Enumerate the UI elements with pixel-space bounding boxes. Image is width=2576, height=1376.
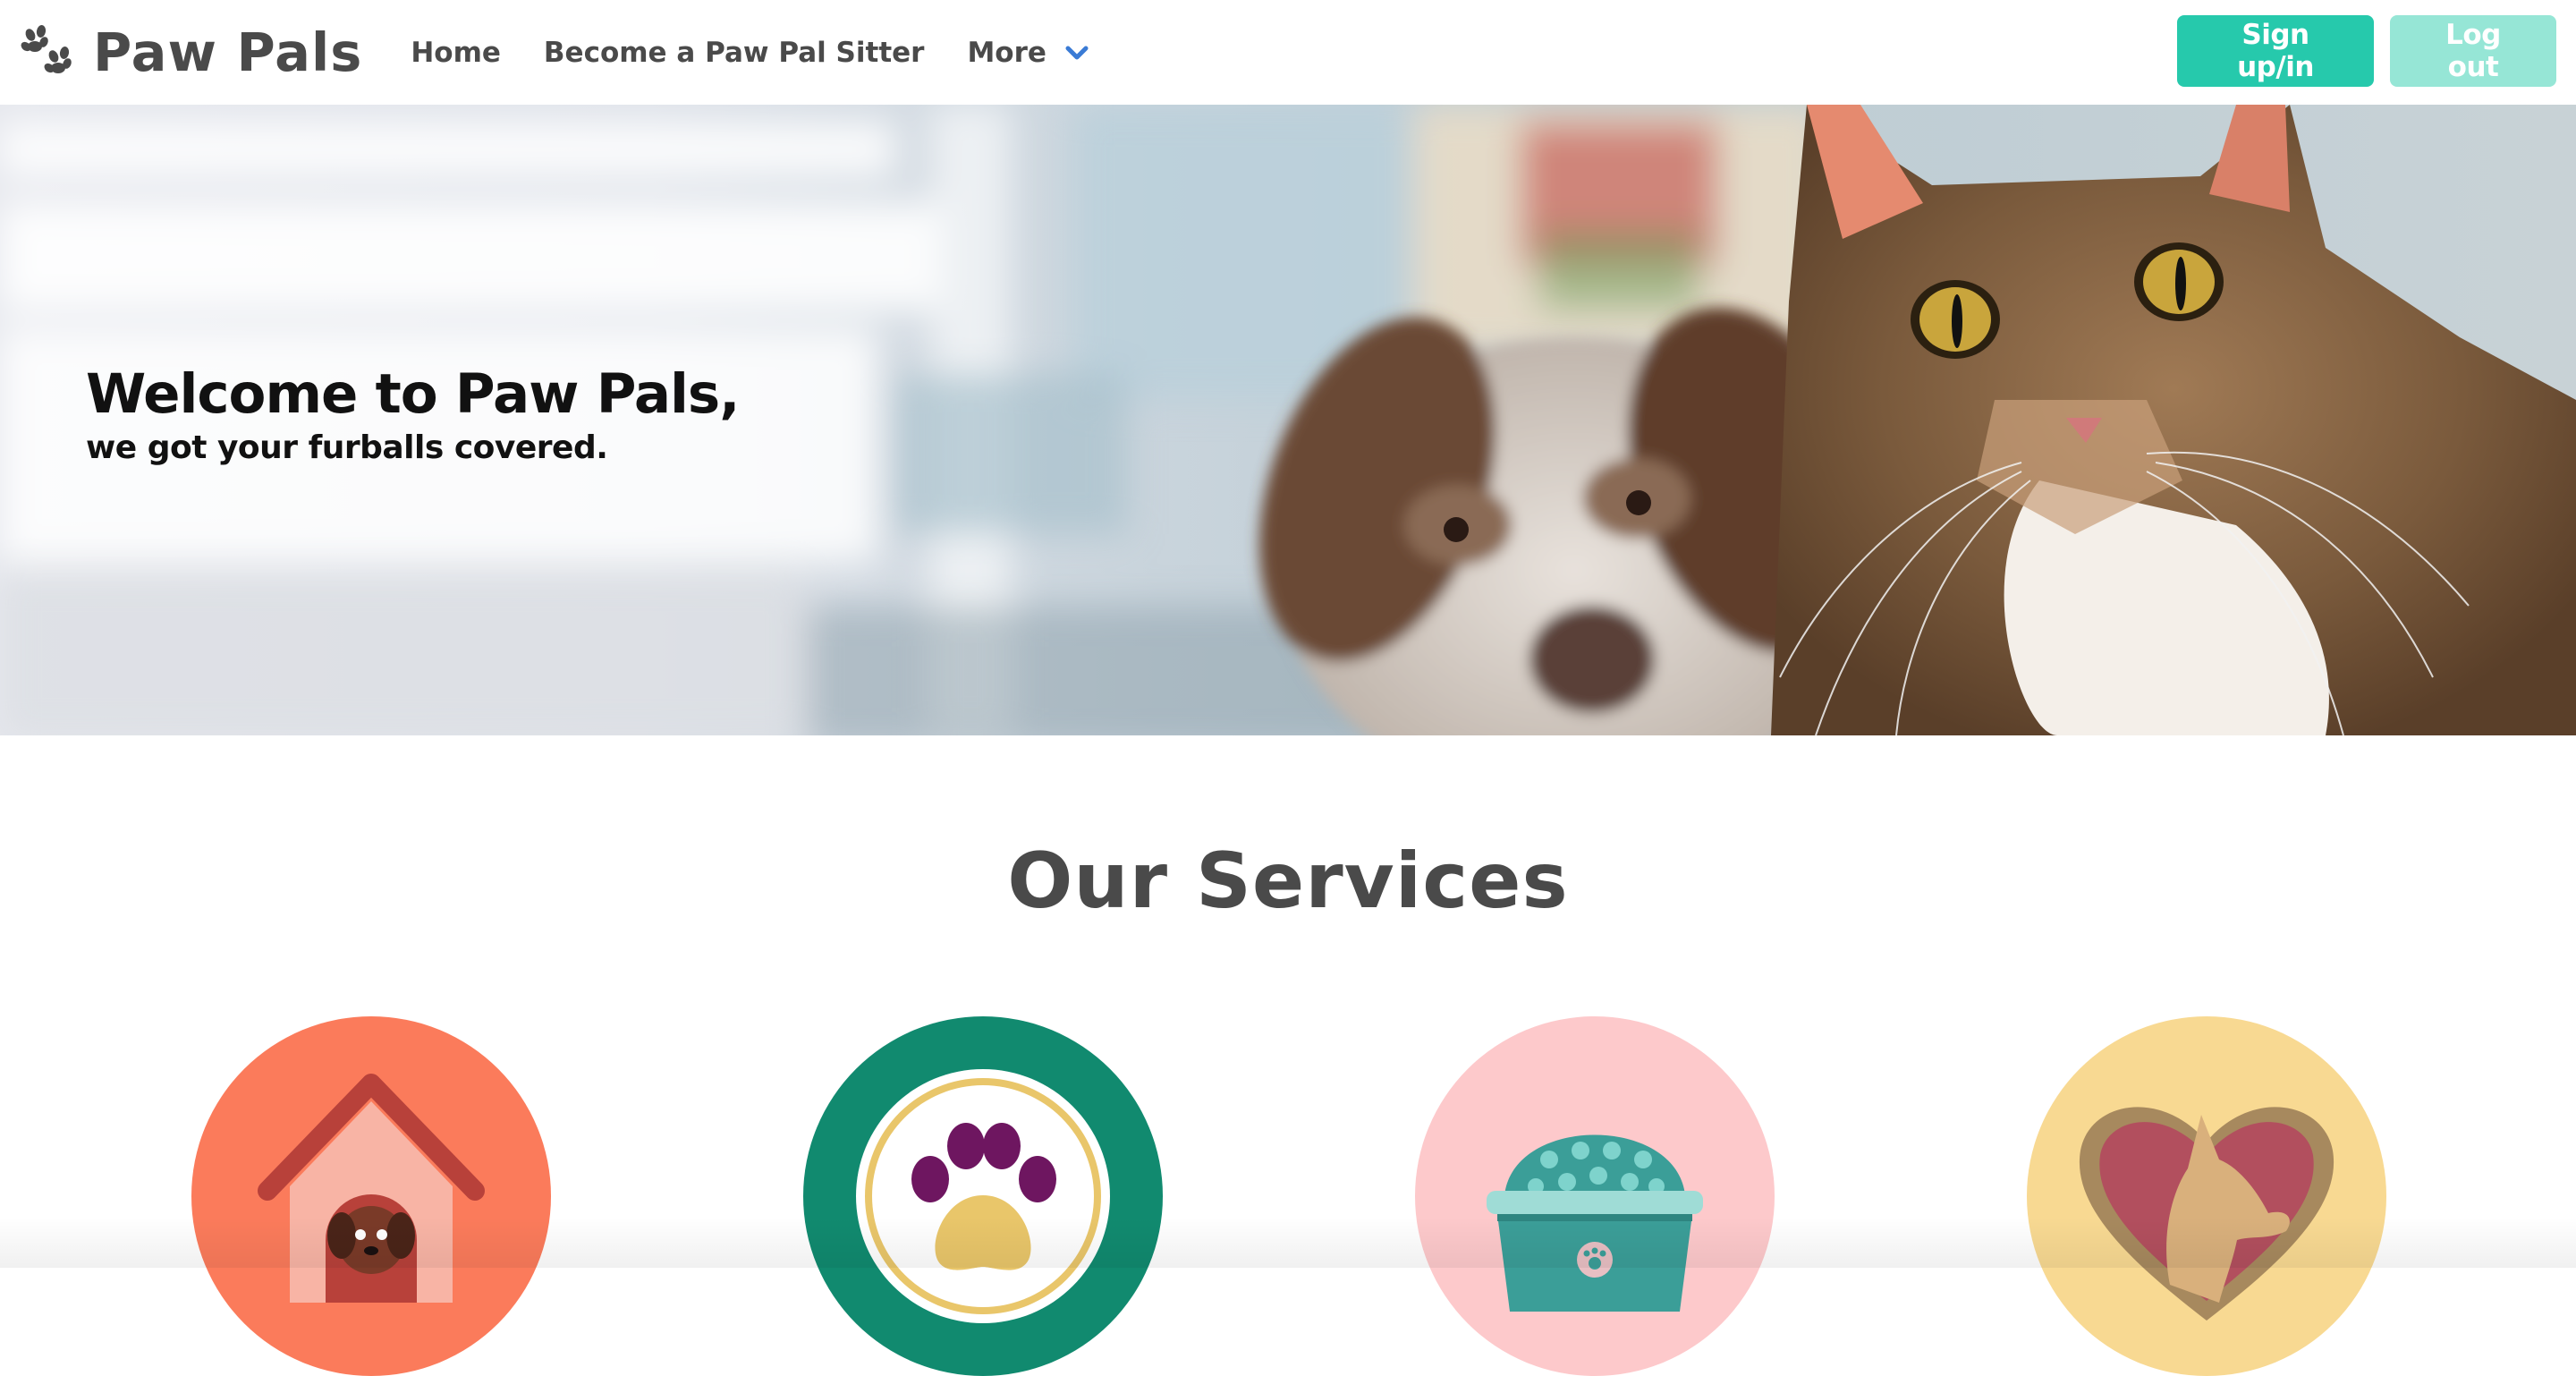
services-heading: Our Services [1007, 837, 1569, 926]
sign-up-in-button[interactable]: Sign up/in [2177, 15, 2374, 87]
nav-more-dropdown[interactable]: More [945, 0, 1110, 105]
top-navbar: Paw Pals Home Become a Paw Pal Sitter Mo… [0, 0, 2576, 105]
nav-home-link[interactable]: Home [389, 0, 522, 105]
chevron-down-icon [1065, 46, 1089, 59]
pet-heart-icon [2027, 1016, 2386, 1376]
hero-title: Welcome to Paw Pals, [86, 362, 740, 426]
hero-banner: Welcome to Paw Pals, we got your furball… [0, 105, 2576, 735]
auth-buttons: Sign up/in Log out [2177, 15, 2556, 87]
nav-become-sitter-link[interactable]: Become a Paw Pal Sitter [522, 0, 946, 105]
hero-subtitle: we got your furballs covered. [86, 429, 608, 467]
brand-link[interactable]: Paw Pals [0, 0, 362, 105]
dog-house-icon [191, 1016, 551, 1376]
brand-name: Paw Pals [93, 21, 363, 83]
main-nav: Home Become a Paw Pal Sitter More [389, 0, 1111, 105]
log-out-button[interactable]: Log out [2390, 15, 2556, 87]
nav-more-label: More [967, 36, 1046, 69]
service-walking-icon[interactable] [803, 1016, 1163, 1376]
paw-print-icon [21, 24, 72, 73]
service-feeding-icon[interactable] [1415, 1016, 1775, 1376]
paw-badge-icon [803, 1016, 1163, 1376]
service-boarding-icon[interactable] [191, 1016, 551, 1376]
food-bowl-icon [1415, 1016, 1775, 1376]
service-care-icon[interactable] [2027, 1016, 2386, 1376]
hero-text-block: Welcome to Paw Pals, we got your furball… [86, 362, 740, 467]
